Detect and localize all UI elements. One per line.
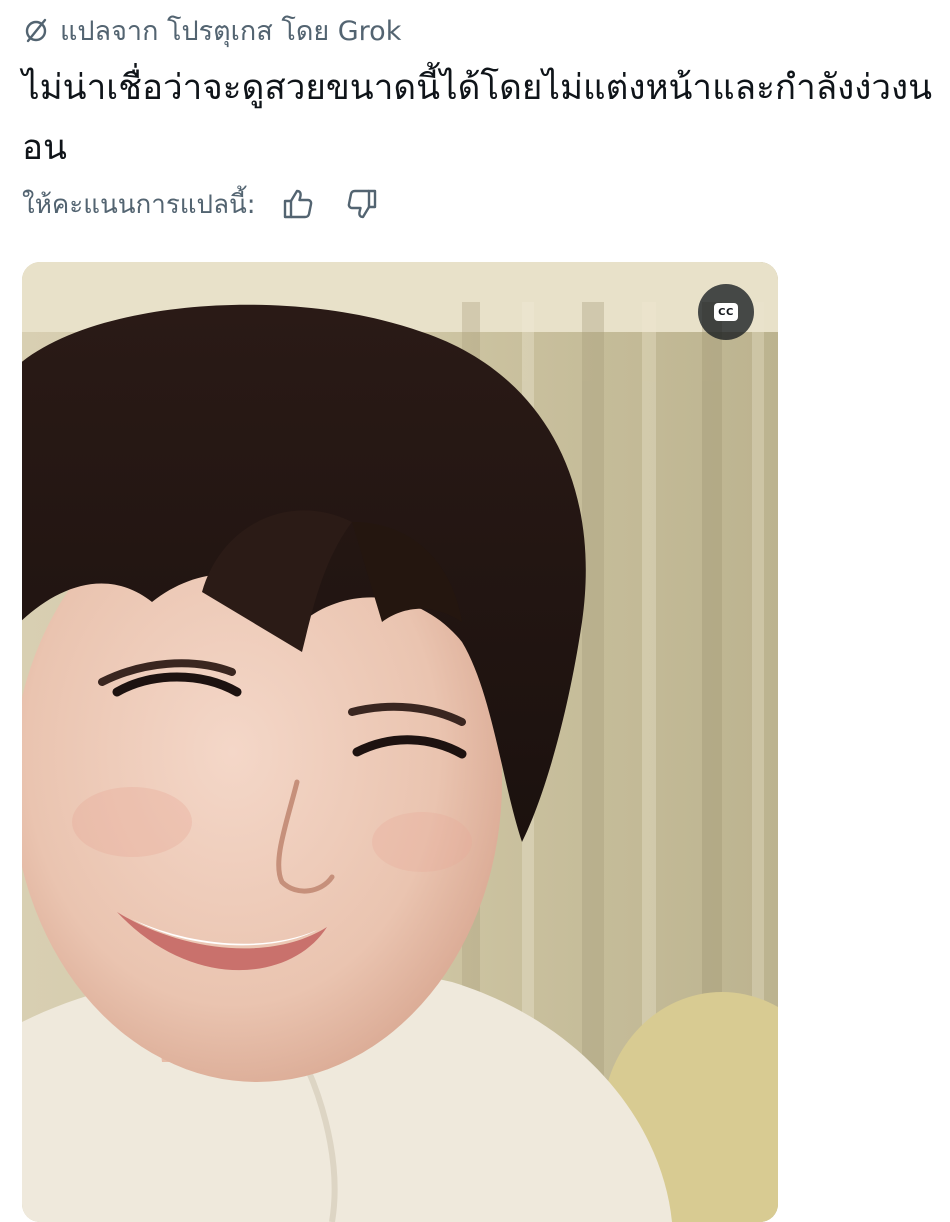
tweet-text: ไม่น่าเชื่อว่าจะดูสวยขนาดนี้ได้โดยไม่แต่…	[22, 68, 933, 168]
video-thumbnail-image	[22, 262, 778, 1222]
rate-translation-label: ให้คะแนนการแปลนี้:	[22, 189, 256, 220]
closed-captions-icon: CC	[714, 303, 738, 321]
translation-source-label: แปลจาก โปรตุเกส โดย Grok	[60, 15, 402, 47]
grok-slash-icon	[22, 16, 50, 44]
closed-captions-button[interactable]: CC	[698, 284, 754, 340]
thumbs-up-button[interactable]	[278, 184, 318, 224]
tweet-video[interactable]: CC	[22, 262, 778, 1222]
thumbs-down-button[interactable]	[342, 184, 382, 224]
rate-translation-bar: ให้คะแนนการแปลนี้:	[22, 182, 406, 226]
thumbs-down-icon	[347, 189, 376, 219]
thumbs-up-icon	[283, 189, 312, 219]
translation-attribution: แปลจาก โปรตุเกส โดย Grok	[22, 10, 401, 50]
